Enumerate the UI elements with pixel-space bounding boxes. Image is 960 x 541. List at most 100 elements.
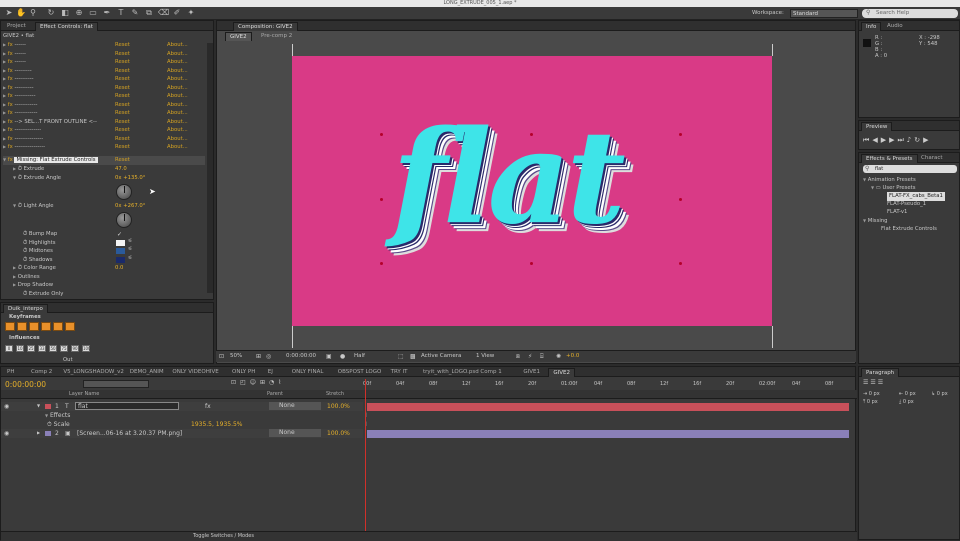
eye-icon[interactable]: ◉ (4, 403, 9, 410)
keyframe-linear-button[interactable] (5, 322, 15, 331)
influence-0-button[interactable]: 0 (5, 345, 13, 352)
influence-33-button[interactable]: 33 (38, 345, 46, 352)
expand-arrow-icon[interactable]: ▶ (37, 430, 40, 435)
about-link[interactable]: About... (167, 126, 188, 135)
timeline-tab[interactable]: ONLY FINAL (288, 368, 328, 377)
expand-arrow-icon[interactable]: ▶ (3, 144, 6, 149)
mask-tool-icon[interactable]: ▭ (88, 8, 98, 18)
exposure-icon[interactable]: ✺ (556, 353, 561, 360)
timeline-tab[interactable]: Comp 2 (27, 368, 56, 377)
expand-arrow-icon[interactable]: ▶ (3, 102, 6, 107)
tab-duik-interpo[interactable]: Duik_interpo (3, 304, 48, 313)
zoom-select[interactable]: 50% (230, 353, 242, 359)
influence-50-button[interactable]: 50 (49, 345, 57, 352)
timeline-search-input[interactable] (83, 380, 149, 388)
extrude-value[interactable]: 47.0 (115, 165, 127, 174)
anchor-point[interactable] (679, 133, 682, 136)
reset-link[interactable]: Reset (115, 109, 130, 118)
timeline-tab[interactable]: V5_LONGSHADOW_v2 (59, 368, 127, 377)
always-preview-icon[interactable]: ⊡ (219, 353, 224, 360)
first-frame-icon[interactable]: ⏮ (863, 136, 872, 144)
pan-behind-tool-icon[interactable]: ⊕ (74, 8, 84, 18)
layer-row[interactable]: ◉ ▼ 1 T flat fx None 100.0% (1, 402, 363, 411)
loop-icon[interactable]: ↻ (914, 136, 923, 144)
snapshot-icon[interactable]: ◎ (266, 353, 271, 360)
indent-right[interactable]: 0 px (905, 391, 916, 397)
effect-row[interactable]: ▶ fx ---------- Reset About... (3, 75, 205, 84)
reset-link[interactable]: Reset (115, 58, 130, 67)
subtab-give2[interactable]: GIVE2 (225, 32, 252, 41)
selection-tool-icon[interactable]: ➤ (4, 8, 14, 18)
about-link[interactable]: About... (167, 58, 188, 67)
ram-preview-icon[interactable]: ▶ (923, 136, 931, 144)
fx-icon[interactable]: fx (8, 144, 13, 150)
timeline-tab[interactable]: PH (3, 368, 18, 377)
reset-link[interactable]: Reset (115, 101, 130, 110)
comp-mini-flowchart-icon[interactable]: ⊡ (231, 379, 240, 386)
effect-row[interactable]: ▶ fx ------ Reset About... (3, 58, 205, 67)
anchor-point[interactable] (380, 133, 383, 136)
reset-link[interactable]: Reset (115, 135, 130, 144)
shadows-eyedropper-icon[interactable]: ⚟ (128, 255, 132, 261)
brush-tool-icon[interactable]: ✎ (130, 8, 140, 18)
scale-value[interactable]: 1935.5, 1935.5% (191, 421, 243, 428)
expand-arrow-icon[interactable]: ▶ (3, 51, 6, 56)
influence-10-button[interactable]: 10 (16, 345, 24, 352)
prev-frame-icon[interactable]: ◀ (872, 136, 880, 144)
align-center-icon[interactable]: ☰ (870, 379, 877, 386)
layer-bar-screenshot[interactable] (367, 430, 849, 438)
expand-arrow-icon[interactable]: ▶ (3, 119, 6, 124)
effects-scrollbar[interactable] (207, 43, 213, 293)
expand-arrow-icon[interactable]: ▶ (3, 136, 6, 141)
shy-icon[interactable]: ☺ (250, 379, 260, 386)
midtones-swatch[interactable] (116, 248, 125, 254)
eraser-tool-icon[interactable]: ⌫ (158, 8, 169, 18)
timeline-tab[interactable]: GIVE2 (548, 368, 576, 377)
timeline-timecode[interactable]: 0:00:00:00 (5, 380, 46, 389)
fx-icon[interactable]: fx (8, 85, 13, 91)
toggle-pixel-icon[interactable]: ⧈ (516, 353, 520, 361)
anchor-point[interactable] (679, 262, 682, 265)
expand-arrow-icon[interactable]: ▶ (3, 59, 6, 64)
tab-preview[interactable]: Preview (861, 122, 893, 131)
clone-tool-icon[interactable]: ⧉ (144, 8, 154, 18)
reset-link[interactable]: Reset (115, 84, 130, 93)
space-after[interactable]: 0 px (903, 399, 914, 405)
bump-map-checkbox[interactable]: ✓ (117, 231, 122, 238)
timeline-tab[interactable]: GIVE1 (519, 368, 544, 377)
highlights-swatch[interactable] (116, 240, 125, 246)
effect-row[interactable]: ▶ fx ------ Reset About... (3, 41, 205, 50)
view-select[interactable]: 1 View (476, 353, 494, 359)
keyframe-ease-out-button[interactable] (29, 322, 39, 331)
time-ruler[interactable]: 00f 04f 08f 12f 16f 20f 01:00f 04f 08f 12f 16f 20f 0… (363, 379, 853, 389)
parent-select[interactable]: None (269, 402, 321, 410)
align-right-icon[interactable]: ☰ (878, 379, 885, 386)
tab-composition[interactable]: Composition: GIVE2 (233, 22, 298, 31)
effect-row[interactable]: ▶ fx ----------- Reset About... (3, 92, 205, 101)
tree-effect-item[interactable]: Flat Extrude Controls (881, 225, 937, 234)
expand-arrow-icon[interactable]: ▶ (3, 85, 6, 90)
effect-row[interactable]: ▶ fx ---------------- Reset About... (3, 143, 205, 152)
search-help-input[interactable]: Search Help (862, 9, 958, 18)
fx-icon[interactable]: fx (8, 42, 13, 48)
fx-icon[interactable]: fx (8, 68, 13, 74)
play-icon[interactable]: ▶ (881, 136, 889, 144)
fx-icon[interactable]: fx (8, 110, 13, 116)
effect-row[interactable]: ▶ fx --> SEL...T FRONT OUTLINE <-- Reset A… (3, 118, 205, 127)
frame-blend-icon[interactable]: ⊞ (260, 379, 269, 386)
about-link[interactable]: About... (167, 67, 188, 76)
fx-icon[interactable]: fx (8, 102, 13, 108)
tab-effects-presets[interactable]: Effects & Presets (861, 154, 918, 163)
label-color[interactable] (45, 431, 51, 436)
fx-icon[interactable]: fx (8, 76, 13, 82)
missing-effect-row[interactable]: ▼ fx Missing: Flat Extrude Controls Rese… (3, 156, 205, 165)
fx-icon[interactable]: fx (8, 127, 13, 133)
expand-arrow-icon[interactable]: ▶ (3, 76, 6, 81)
effect-row[interactable]: ▶ fx -------------- Reset About... (3, 126, 205, 135)
keyframe-ease-in-button[interactable] (17, 322, 27, 331)
effect-row[interactable]: ▶ fx ---------- Reset About... (3, 84, 205, 93)
tree-preset-item[interactable]: FLAT-v1 (887, 208, 907, 217)
fx-switch-icon[interactable]: fx (205, 403, 211, 410)
region-icon[interactable]: ⬚ (398, 353, 404, 360)
timeline-icon[interactable]: ⌸ (540, 353, 544, 361)
